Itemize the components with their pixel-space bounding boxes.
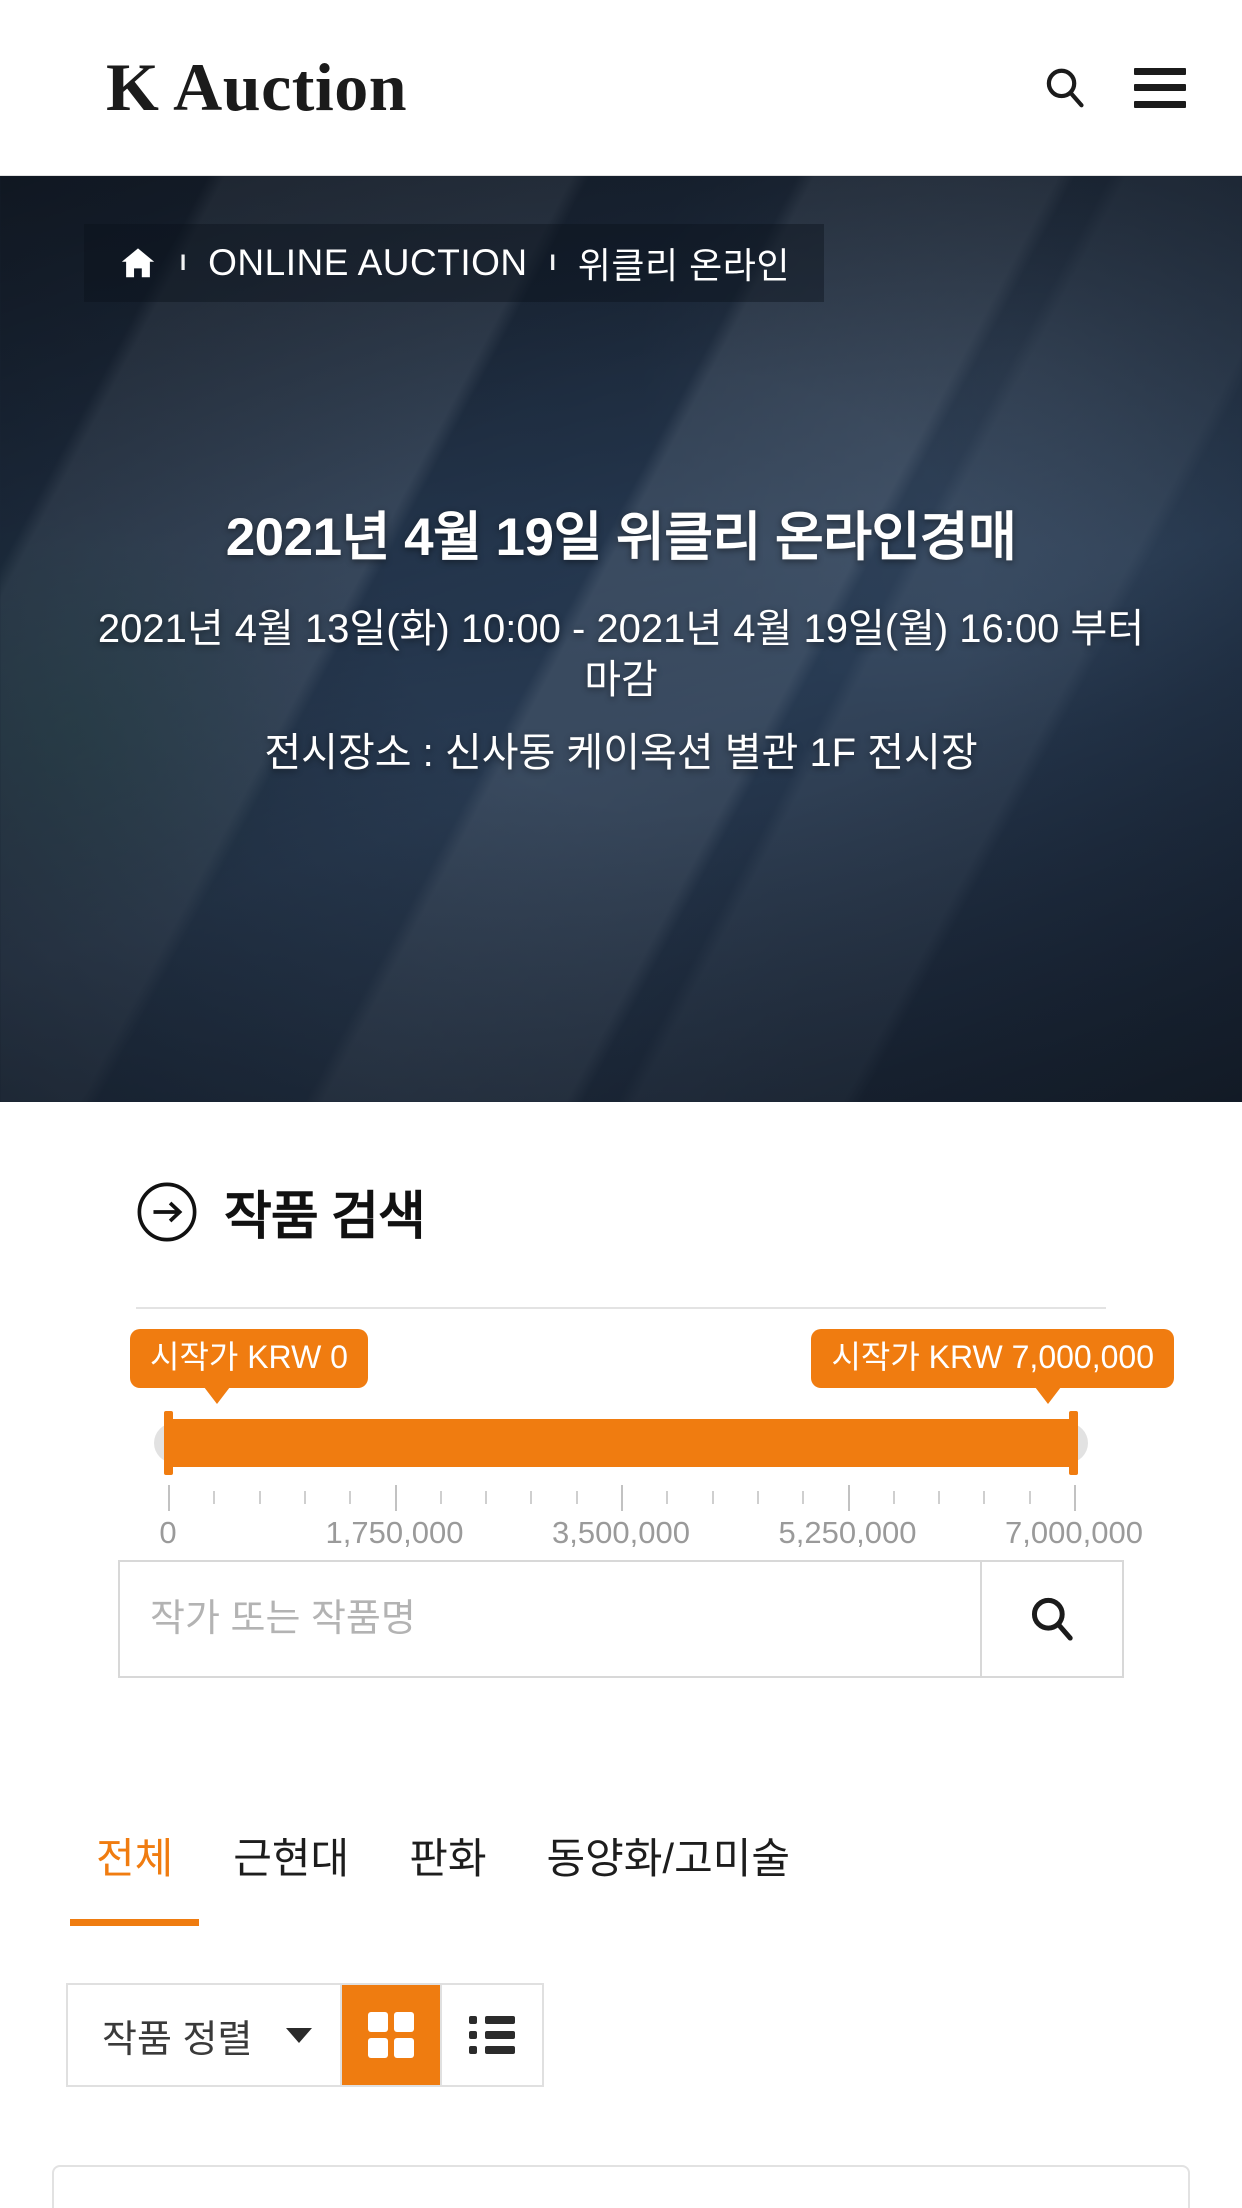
tab-oriental-antique[interactable]: 동양화/고미술 — [516, 1825, 820, 1926]
hero-banner: I ONLINE AUCTION I 위클리 온라인 2021년 4월 19일 … — [0, 176, 1242, 1102]
slider-tick-minor — [938, 1491, 941, 1504]
result-card[interactable] — [52, 2165, 1190, 2208]
slider-ticks — [168, 1485, 1076, 1511]
chevron-down-icon — [286, 2027, 313, 2043]
grid-view-icon — [368, 2012, 415, 2058]
slider-tick-minor — [756, 1491, 759, 1504]
hamburger-glyph — [1134, 67, 1186, 108]
price-range-slider[interactable] — [154, 1411, 1088, 1475]
slider-tick-major — [847, 1485, 850, 1511]
slider-scale-label: 3,500,000 — [552, 1515, 690, 1550]
slider-tick-minor — [711, 1491, 714, 1504]
slider-tick-major — [394, 1485, 397, 1511]
slider-tick-major — [168, 1485, 170, 1511]
slider-tick-minor — [892, 1491, 895, 1504]
slider-tick-major — [1074, 1485, 1076, 1511]
slider-tick-minor — [439, 1491, 442, 1504]
search-glyph — [1046, 68, 1084, 107]
price-max-bubble: 시작가 KRW 7,000,000 — [811, 1329, 1174, 1405]
slider-tick-minor — [1028, 1491, 1031, 1504]
slider-tick-minor — [575, 1491, 578, 1504]
slider-scale-label: 0 — [159, 1515, 177, 1550]
section-header: 작품 검색 — [0, 1102, 1242, 1249]
slider-tick-minor — [530, 1491, 533, 1504]
artwork-search-section: 작품 검색 시작가 KRW 0 시작가 KRW 7,000,000 0 1,750… — [0, 1102, 1242, 1678]
slider-scale-label: 1,750,000 — [325, 1515, 464, 1550]
list-view-button[interactable] — [442, 1985, 543, 2085]
slider-tick-minor — [666, 1491, 669, 1504]
slider-scale-label: 7,000,000 — [1005, 1515, 1143, 1550]
site-header: K Auction — [0, 0, 1242, 176]
brand-logo[interactable]: K Auction — [106, 48, 407, 127]
slider-tick-minor — [258, 1491, 261, 1504]
price-min-bubble: 시작가 KRW 0 — [130, 1329, 368, 1405]
slider-tick-minor — [485, 1491, 488, 1504]
sort-dropdown[interactable]: 작품 정렬 — [68, 1985, 343, 2085]
hero-content: 2021년 4월 19일 위클리 온라인경매 2021년 4월 13일(화) 1… — [0, 176, 1242, 779]
grid-view-button[interactable] — [342, 1985, 443, 2085]
arrow-circle-glyph — [137, 1182, 197, 1241]
tab-all[interactable]: 전체 — [66, 1825, 203, 1926]
tab-prints[interactable]: 판화 — [379, 1825, 516, 1926]
sort-dropdown-label: 작품 정렬 — [102, 2018, 253, 2061]
search-icon — [1031, 1597, 1073, 1641]
slider-tick-minor — [983, 1491, 986, 1504]
slider-tick-minor — [303, 1491, 306, 1504]
slider-handle-max[interactable] — [1069, 1411, 1078, 1475]
list-view-icon — [469, 2016, 516, 2054]
search-icon[interactable] — [1042, 65, 1088, 111]
search-submit-button[interactable] — [980, 1562, 1122, 1676]
slider-tick-minor — [213, 1491, 216, 1504]
hamburger-menu-icon[interactable] — [1134, 67, 1186, 108]
tab-modern[interactable]: 근현대 — [203, 1825, 379, 1926]
header-actions — [1042, 65, 1186, 111]
slider-handle-min[interactable] — [164, 1411, 173, 1475]
results-toolbar: 작품 정렬 — [66, 1983, 545, 2087]
auction-venue: 전시장소 : 신사동 케이옥션 별관 1F 전시장 — [264, 730, 978, 775]
slider-tick-minor — [349, 1491, 352, 1504]
keyword-search-box — [118, 1560, 1124, 1678]
category-tabs: 전체 근현대 판화 동양화/고미술 — [0, 1825, 1242, 1926]
search-input[interactable] — [120, 1562, 980, 1676]
auction-schedule: 2021년 4월 13일(화) 10:00 - 2021년 4월 19일(월) … — [97, 606, 1145, 702]
page-title: 2021년 4월 19일 위클리 온라인경매 — [225, 508, 1017, 567]
slider-tick-minor — [802, 1491, 805, 1504]
page-root: K Auction I ONLINE AUCTION I 위클리 온라인 202… — [0, 0, 1242, 2208]
slider-tick-major — [621, 1485, 623, 1511]
price-range-filter[interactable]: 시작가 KRW 0 시작가 KRW 7,000,000 0 1,750,000 3,… — [130, 1309, 1174, 1550]
slider-scale-label: 5,250,000 — [778, 1515, 917, 1550]
arrow-right-circle-icon — [136, 1181, 198, 1243]
slider-scale-labels: 0 1,750,000 3,500,000 5,250,000 7,000,000 — [136, 1515, 1143, 1559]
slider-selected-range — [168, 1419, 1074, 1467]
section-title: 작품 검색 — [224, 1188, 426, 1246]
